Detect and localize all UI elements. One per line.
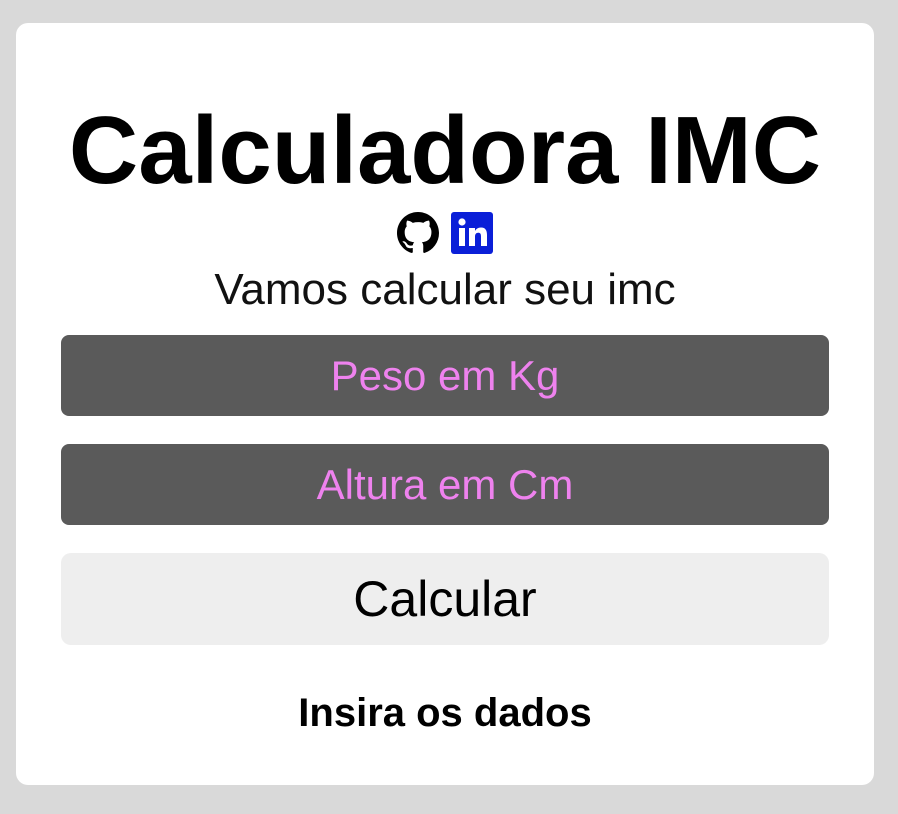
result-message: Insira os dados xyxy=(298,691,592,735)
github-icon[interactable] xyxy=(397,212,439,254)
weight-input[interactable] xyxy=(61,335,829,416)
calculator-card: Calculadora IMC Vamos calcular seu imc C… xyxy=(16,23,874,785)
page-title: Calculadora IMC xyxy=(68,97,822,204)
height-input[interactable] xyxy=(61,444,829,525)
linkedin-icon[interactable] xyxy=(451,212,493,254)
page-subtitle: Vamos calcular seu imc xyxy=(214,265,676,314)
calculate-button[interactable]: Calcular xyxy=(61,553,829,645)
social-links xyxy=(16,212,874,254)
